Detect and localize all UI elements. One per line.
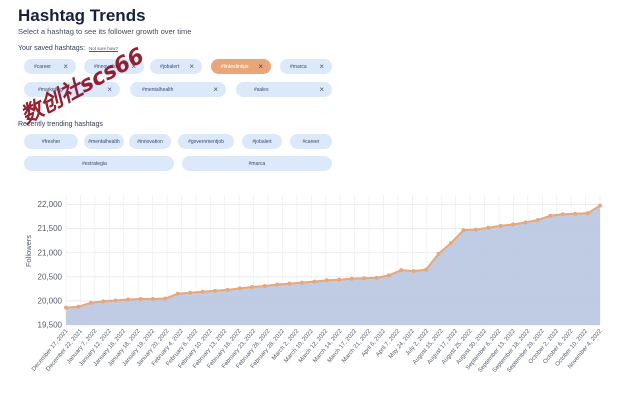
data-point[interactable] <box>486 225 491 230</box>
x-axis-ticks: December 17, 2021December 22, 2021Januar… <box>31 328 604 374</box>
data-point[interactable] <box>324 278 329 283</box>
y-axis-ticks: 19,500 20,000 20,500 21,000 21,500 22,000 <box>38 200 63 329</box>
y-tick-label: 22,000 <box>38 200 63 209</box>
y-tick-label: 21,000 <box>38 248 63 257</box>
data-point[interactable] <box>126 297 131 302</box>
y-tick-label: 20,000 <box>38 296 63 305</box>
data-point[interactable] <box>237 286 242 291</box>
data-point[interactable] <box>76 304 81 309</box>
data-point[interactable] <box>225 287 230 292</box>
saved-chip-career[interactable]: #career × <box>24 59 76 74</box>
data-point[interactable] <box>113 298 118 303</box>
saved-hashtags-label-text: Your saved hashtags: <box>18 45 86 52</box>
saved-chip-innovation[interactable]: #innovation × <box>84 59 144 74</box>
trending-chip-mentalhealth[interactable]: #mentalhealth <box>84 134 124 149</box>
data-point[interactable] <box>386 273 391 278</box>
data-point[interactable] <box>138 297 143 301</box>
data-point[interactable] <box>262 284 267 288</box>
saved-chip-linkedintips[interactable]: #linkedintips × <box>211 59 271 74</box>
trending-chip-jobalert[interactable]: #jobalert <box>242 134 282 149</box>
data-point[interactable] <box>337 277 342 282</box>
close-icon[interactable]: × <box>213 85 218 94</box>
saved-chip-label: #marketing <box>38 86 63 93</box>
chart-area <box>65 204 601 325</box>
data-point[interactable] <box>523 220 528 225</box>
data-point[interactable] <box>548 213 553 218</box>
data-point[interactable] <box>535 218 540 223</box>
saved-chip-label: #jobalert <box>160 63 180 70</box>
data-point[interactable] <box>598 203 602 208</box>
data-point[interactable] <box>200 289 205 294</box>
close-icon[interactable]: × <box>131 62 136 71</box>
data-point[interactable] <box>299 280 304 285</box>
data-point[interactable] <box>374 275 379 280</box>
page-title: Hashtag Trends <box>18 6 146 25</box>
saved-chip-marketing[interactable]: #marketing × <box>24 82 120 97</box>
data-point[interactable] <box>498 223 503 228</box>
y-tick-label: 20,500 <box>38 272 63 281</box>
close-icon[interactable]: × <box>107 85 112 94</box>
data-point[interactable] <box>560 212 565 217</box>
saved-chip-label: #innovation <box>94 63 120 70</box>
page-subtitle: Select a hashtag to see its follower gro… <box>18 27 192 36</box>
data-point[interactable] <box>213 288 218 293</box>
data-point[interactable] <box>163 296 168 301</box>
saved-chip-label: #sales <box>254 86 269 93</box>
close-icon[interactable]: × <box>63 62 68 71</box>
saved-chip-sales[interactable]: #sales × <box>236 82 332 97</box>
data-point[interactable] <box>573 211 578 216</box>
data-point[interactable] <box>511 222 516 227</box>
trending-hashtags-label: Recently trending hashtags <box>18 121 103 128</box>
saved-chip-jobalert[interactable]: #jobalert × <box>150 59 202 74</box>
data-point[interactable] <box>312 279 317 284</box>
trending-chip-marca[interactable]: #marca <box>182 156 332 171</box>
data-point[interactable] <box>188 290 193 295</box>
trending-chip-career[interactable]: #career <box>290 134 332 149</box>
y-tick-label: 19,500 <box>38 321 63 330</box>
help-link[interactable]: Not sure how? <box>89 46 118 51</box>
data-point[interactable] <box>473 227 478 232</box>
data-point[interactable] <box>250 284 255 289</box>
trending-chip-estrategia[interactable]: #estrategia <box>24 156 174 171</box>
data-point[interactable] <box>150 297 155 301</box>
saved-chip-marca[interactable]: #marca × <box>280 59 332 74</box>
saved-chip-label: #linkedintips <box>221 63 249 70</box>
y-tick-label: 21,500 <box>38 224 63 233</box>
trending-chip-innovation[interactable]: #innovation <box>129 134 171 149</box>
data-point[interactable] <box>64 305 68 310</box>
saved-chip-label: #career <box>34 63 51 70</box>
close-icon[interactable]: × <box>319 62 324 71</box>
data-point[interactable] <box>424 267 429 272</box>
close-icon[interactable]: × <box>319 85 324 94</box>
data-point[interactable] <box>399 268 404 273</box>
follower-growth-chart: 19,500 20,000 20,500 21,000 21,500 22,000 Dec… <box>24 195 604 374</box>
data-point[interactable] <box>175 291 180 296</box>
data-point[interactable] <box>349 276 354 281</box>
saved-chip-mentalhealth[interactable]: #mentalhealth × <box>130 82 226 97</box>
data-point[interactable] <box>436 251 441 256</box>
y-axis-label: Followers <box>24 235 33 267</box>
data-point[interactable] <box>448 241 453 246</box>
close-icon[interactable]: × <box>258 62 263 71</box>
close-icon[interactable]: × <box>189 62 194 71</box>
data-point[interactable] <box>362 276 367 281</box>
saved-chip-label: #marca <box>290 63 307 70</box>
trending-chip-governmentjob[interactable]: #governmentjob <box>178 134 234 149</box>
data-point[interactable] <box>275 282 280 287</box>
saved-hashtags-label: Your saved hashtags: Not sure how? <box>18 45 118 52</box>
data-point[interactable] <box>101 299 106 304</box>
data-point[interactable] <box>461 228 466 233</box>
data-point[interactable] <box>411 269 416 274</box>
data-point[interactable] <box>585 211 590 216</box>
trending-chip-fresher[interactable]: #fresher <box>24 134 78 149</box>
saved-chip-label: #mentalhealth <box>142 86 174 93</box>
data-point[interactable] <box>88 300 93 305</box>
data-point[interactable] <box>287 281 292 286</box>
